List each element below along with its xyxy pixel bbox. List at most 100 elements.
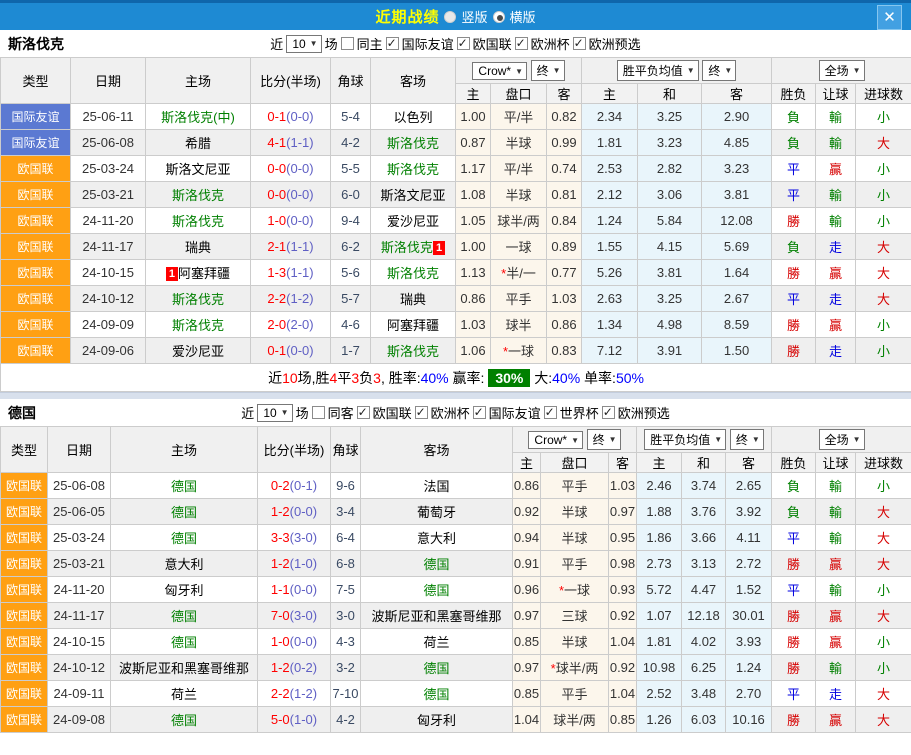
recent-count-select[interactable]: 10▼ bbox=[286, 35, 321, 53]
team-name-text: 葡萄牙 bbox=[417, 505, 456, 520]
cell-competition: 欧国联 bbox=[1, 286, 71, 312]
cell-score: 1-0(0-0) bbox=[251, 208, 331, 234]
cell-avg-away: 1.50 bbox=[702, 338, 772, 364]
cell-avg-away: 2.70 bbox=[726, 681, 772, 707]
cell-avg-home: 1.81 bbox=[582, 130, 638, 156]
table-row: 欧国联24-09-09斯洛伐克2-0(2-0)4-6阿塞拜疆1.03球半0.86… bbox=[1, 312, 911, 338]
sub-header-8: 进球数 bbox=[856, 453, 911, 473]
cell-corner: 4-3 bbox=[331, 629, 361, 655]
competition-checkbox-2[interactable] bbox=[473, 406, 486, 419]
same-away-checkbox[interactable] bbox=[312, 406, 325, 419]
scope-select[interactable]: 全场▼ bbox=[819, 429, 865, 450]
layout-radio-horizontal[interactable] bbox=[493, 11, 505, 23]
cell-competition: 欧国联 bbox=[1, 338, 71, 364]
table-row: 欧国联24-11-17瑞典2-1(1-1)6-2斯洛伐克11.00一球0.891… bbox=[1, 234, 911, 260]
competition-checkbox-1[interactable] bbox=[457, 37, 470, 50]
cell-handicap-home: 1.03 bbox=[456, 312, 491, 338]
layout-radio-vertical[interactable] bbox=[444, 11, 456, 23]
odds-company-select[interactable]: Crow*▼ bbox=[472, 62, 527, 80]
avg-odds-select[interactable]: 胜平负均值▼ bbox=[644, 429, 726, 450]
avg-odds-select[interactable]: 胜平负均值▼ bbox=[617, 60, 699, 81]
cell-avg-home: 5.26 bbox=[582, 260, 638, 286]
cell-corner: 7-10 bbox=[331, 681, 361, 707]
cell-away-team: 斯洛伐克 bbox=[371, 156, 456, 182]
recent-suffix-label: 场 bbox=[325, 34, 338, 53]
competition-checkbox-3[interactable] bbox=[573, 37, 586, 50]
competition-checkbox-0[interactable] bbox=[386, 37, 399, 50]
cell-result-handicap: 輸 bbox=[816, 655, 856, 681]
cell-score: 0-0(0-0) bbox=[251, 156, 331, 182]
cell-avg-draw: 3.25 bbox=[638, 104, 702, 130]
same-home-checkbox[interactable] bbox=[341, 37, 354, 50]
cell-avg-draw: 4.47 bbox=[682, 577, 726, 603]
cell-avg-draw: 3.66 bbox=[682, 525, 726, 551]
cell-date: 25-06-11 bbox=[71, 104, 146, 130]
team-name-text: 爱沙尼亚 bbox=[387, 214, 439, 229]
cell-competition: 欧国联 bbox=[1, 629, 48, 655]
fulltime-score: 1-3 bbox=[267, 265, 286, 280]
table-row: 欧国联24-11-17德国7-0(3-0)3-0波斯尼亚和黑塞哥维那0.97三球… bbox=[1, 603, 911, 629]
team-name-text: 德国 bbox=[171, 609, 197, 624]
odds-group-header: Crow*▼ 终▼ bbox=[456, 58, 582, 84]
cell-handicap-home: 0.97 bbox=[513, 655, 541, 681]
odds-company-select[interactable]: Crow*▼ bbox=[528, 431, 583, 449]
cell-date: 25-06-08 bbox=[48, 473, 111, 499]
cell-result-goals: 小 bbox=[856, 629, 911, 655]
team-name-text: 斯洛伐克 bbox=[172, 188, 224, 203]
competition-checkbox-1[interactable] bbox=[415, 406, 428, 419]
avg-stage-select[interactable]: 终▼ bbox=[730, 429, 764, 450]
team-name-text: 斯洛伐克 bbox=[387, 344, 439, 359]
cell-result-handicap: 輸 bbox=[816, 208, 856, 234]
summary-segment: 30% bbox=[488, 369, 530, 387]
sub-header-3: 主 bbox=[582, 84, 638, 104]
odds-stage-select[interactable]: 终▼ bbox=[531, 60, 565, 81]
cell-handicap-line: 平手 bbox=[541, 681, 609, 707]
cell-corner: 6-4 bbox=[331, 525, 361, 551]
close-button[interactable]: ✕ bbox=[877, 5, 902, 30]
cell-result-wdl: 勝 bbox=[772, 208, 816, 234]
cell-handicap-line: 半球 bbox=[541, 499, 609, 525]
summary-segment: 3 bbox=[373, 370, 381, 386]
cell-avg-away: 4.85 bbox=[702, 130, 772, 156]
team-name-text: 德国 bbox=[423, 661, 449, 676]
cell-corner: 5-5 bbox=[331, 156, 371, 182]
cell-handicap-away: 0.84 bbox=[547, 208, 582, 234]
cell-competition: 国际友谊 bbox=[1, 104, 71, 130]
cell-handicap-home: 0.97 bbox=[513, 603, 541, 629]
competition-checkbox-2[interactable] bbox=[515, 37, 528, 50]
competition-checkbox-3[interactable] bbox=[544, 406, 557, 419]
sub-header-5: 客 bbox=[702, 84, 772, 104]
column-header-2: 主场 bbox=[111, 427, 258, 473]
cell-avg-draw: 4.02 bbox=[682, 629, 726, 655]
team-name-text: 德国 bbox=[171, 635, 197, 650]
venue-checkbox-label: 同主 bbox=[357, 34, 383, 53]
chevron-down-icon: ▼ bbox=[609, 435, 617, 444]
cell-score: 1-2(0-2) bbox=[258, 655, 331, 681]
fulltime-score: 4-1 bbox=[267, 135, 286, 150]
cell-result-goals: 大 bbox=[856, 681, 911, 707]
cell-avg-draw: 3.76 bbox=[682, 499, 726, 525]
cell-result-wdl: 勝 bbox=[772, 655, 816, 681]
competition-checkbox-4[interactable] bbox=[602, 406, 615, 419]
cell-competition: 欧国联 bbox=[1, 707, 48, 733]
recent-prefix-label: 近 bbox=[241, 403, 254, 422]
halftime-score: (0-0) bbox=[290, 582, 317, 597]
cell-result-handicap: 走 bbox=[816, 338, 856, 364]
recent-count-select[interactable]: 10▼ bbox=[257, 404, 292, 422]
cell-handicap-line: 平/半 bbox=[491, 104, 547, 130]
cell-handicap-home: 0.86 bbox=[456, 286, 491, 312]
cell-competition: 欧国联 bbox=[1, 499, 48, 525]
layout-radio-vertical-label[interactable]: 竖版 bbox=[461, 7, 487, 26]
competition-checkbox-0[interactable] bbox=[357, 406, 370, 419]
scope-group-header: 全场▼ bbox=[772, 427, 911, 453]
cell-home-team: 斯洛伐克 bbox=[146, 312, 251, 338]
cell-competition: 欧国联 bbox=[1, 156, 71, 182]
cell-score: 1-2(1-0) bbox=[258, 551, 331, 577]
odds-stage-select[interactable]: 终▼ bbox=[587, 429, 621, 450]
layout-radio-horizontal-label[interactable]: 横版 bbox=[510, 7, 536, 26]
scope-select[interactable]: 全场▼ bbox=[819, 60, 865, 81]
avg-stage-select[interactable]: 终▼ bbox=[702, 60, 736, 81]
cell-avg-away: 2.72 bbox=[726, 551, 772, 577]
cell-score: 1-0(0-0) bbox=[258, 629, 331, 655]
cell-corner: 4-6 bbox=[331, 312, 371, 338]
